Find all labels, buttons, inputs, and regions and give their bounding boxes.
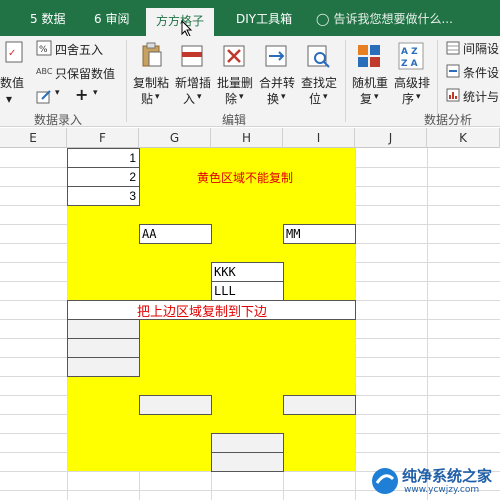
insert-icon: [181, 45, 203, 67]
merge-button[interactable]: 合并转: [259, 74, 295, 91]
ribbon-separator: [126, 40, 127, 122]
watermark-url: www.ycwjzy.com: [404, 485, 480, 495]
numeric-button[interactable]: 数值: [0, 74, 24, 91]
random-repeat-label-2: 复: [360, 92, 373, 106]
cell-lll[interactable]: LLL: [211, 281, 284, 301]
column-header-f[interactable]: F: [67, 128, 139, 148]
advanced-sort-label-2: 序: [402, 92, 415, 106]
lightbulb-icon: ◯: [316, 12, 330, 26]
random-repeat-dropdown-icon[interactable]: ▾: [374, 92, 379, 102]
insert-dropdown-icon[interactable]: ▾: [197, 92, 202, 102]
random-repeat-icon: [358, 45, 380, 67]
find-locate-icon: [307, 45, 330, 68]
group-label-analysis: 数据分析: [424, 113, 473, 127]
column-header-row: E F G H I J K: [0, 128, 500, 148]
watermark-logo-icon: [372, 468, 398, 494]
round-icon: %: [36, 40, 52, 56]
find-locate-label-2: 位: [309, 92, 322, 106]
abc-icon: ABC: [36, 67, 53, 76]
watermark: 纯净系统之家 www.ycwjzy.com: [368, 462, 500, 500]
advanced-sort-icon: A Z Z A: [398, 42, 424, 70]
tell-me-text: 告诉我您想要做什么...: [333, 12, 453, 26]
tab-diy-toolbox[interactable]: DIY工具箱: [236, 10, 292, 27]
condition-button[interactable]: 条件设: [463, 64, 499, 81]
advanced-sort-button[interactable]: 高级排: [394, 74, 430, 91]
worksheet-grid[interactable]: 1 2 3 黄色区域不能复制 AA MM KKK LLL 把上边区域复制到下边: [0, 148, 500, 500]
merge-label-2: 换: [267, 92, 280, 106]
insert-label-2: 入: [183, 92, 196, 106]
ribbon-separator: [345, 40, 346, 122]
target-cell-f-3[interactable]: [67, 357, 140, 377]
column-header-i[interactable]: I: [283, 128, 355, 148]
svg-text:Z A: Z A: [401, 59, 418, 69]
numeric-dropdown-icon[interactable]: ▾: [6, 92, 12, 106]
target-cell-lll[interactable]: [211, 452, 284, 472]
find-locate-button[interactable]: 查找定: [301, 74, 337, 91]
note-copy-to-below: 把上边区域复制到下边: [137, 305, 268, 320]
cell-f-number-3[interactable]: 3: [67, 186, 140, 206]
cell-f-number-1[interactable]: 1: [67, 148, 140, 168]
gridline: [355, 148, 356, 500]
edit-icon: [36, 90, 51, 104]
plus-button[interactable]: +: [75, 85, 88, 104]
target-cell-f-2[interactable]: [67, 338, 140, 358]
interval-icon: [446, 41, 460, 55]
cell-mm[interactable]: MM: [283, 224, 356, 244]
column-header-g[interactable]: G: [139, 128, 211, 148]
svg-text:A Z: A Z: [401, 47, 418, 57]
random-repeat-button[interactable]: 随机重: [352, 74, 388, 91]
watermark-title: 纯净系统之家: [402, 467, 493, 485]
plus-dropdown-icon[interactable]: ▾: [93, 88, 98, 98]
batch-delete-label-2: 除: [225, 92, 238, 106]
cell-aa[interactable]: AA: [139, 224, 212, 244]
column-header-k[interactable]: K: [427, 128, 500, 148]
ribbon-separator: [437, 40, 438, 122]
batch-delete-icon: [223, 45, 245, 67]
ribbon-tab-bar: 5 数据 6 审阅 方方格子 DIY工具箱 ◯ 告诉我您想要做什么...: [0, 0, 500, 38]
copy-paste-button[interactable]: 复制粘: [133, 74, 169, 91]
group-label-edit: 编辑: [222, 113, 247, 127]
target-cell-f-1[interactable]: [67, 319, 140, 339]
cell-f-number-2[interactable]: 2: [67, 167, 140, 187]
svg-text:%: %: [39, 45, 48, 55]
ribbon: ✓ 数值 ▾ % 四舍五入 ABC 只保留数值 ▾ + ▾ 数据录入 复制粘 贴…: [0, 36, 500, 127]
merge-icon: [265, 45, 287, 67]
tab-data[interactable]: 5 数据: [30, 10, 65, 27]
numeric-entry-icon: ✓: [5, 41, 23, 63]
copy-paste-dropdown-icon[interactable]: ▾: [155, 92, 160, 102]
round-button[interactable]: 四舍五入: [55, 41, 103, 58]
edit-dropdown-icon[interactable]: ▾: [55, 88, 60, 98]
batch-delete-button[interactable]: 批量删: [217, 74, 253, 91]
svg-text:✓: ✓: [8, 48, 16, 59]
target-cell-aa[interactable]: [139, 395, 212, 415]
cell-kkk[interactable]: KKK: [211, 262, 284, 282]
gridline: [427, 148, 428, 500]
group-label-data-entry: 数据录入: [34, 113, 83, 127]
find-locate-dropdown-icon[interactable]: ▾: [323, 92, 328, 102]
insert-button[interactable]: 新增插: [175, 74, 211, 91]
advanced-sort-dropdown-icon[interactable]: ▾: [416, 92, 421, 102]
statistics-button[interactable]: 统计与: [463, 88, 499, 105]
copy-paste-icon: [142, 42, 162, 67]
tell-me-search[interactable]: ◯ 告诉我您想要做什么...: [316, 10, 453, 27]
column-header-j[interactable]: J: [355, 128, 427, 148]
column-header-e[interactable]: E: [0, 128, 67, 148]
interval-button[interactable]: 间隔设: [463, 40, 499, 57]
column-header-h[interactable]: H: [211, 128, 283, 148]
target-cell-kkk[interactable]: [211, 433, 284, 453]
statistics-icon: [446, 88, 460, 102]
merge-dropdown-icon[interactable]: ▾: [281, 92, 286, 102]
tab-review[interactable]: 6 审阅: [94, 10, 129, 27]
note-yellow-no-copy: 黄色区域不能复制: [197, 171, 294, 185]
condition-icon: [446, 64, 460, 78]
tab-fangfanggezi[interactable]: 方方格子: [146, 8, 215, 36]
copy-paste-label-2: 贴: [141, 92, 154, 106]
keep-value-button[interactable]: 只保留数值: [55, 65, 115, 82]
target-cell-mm[interactable]: [283, 395, 356, 415]
batch-delete-dropdown-icon[interactable]: ▾: [239, 92, 244, 102]
